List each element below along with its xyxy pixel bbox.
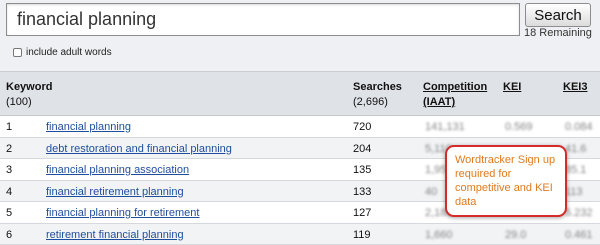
adult-words-label: include adult words (26, 47, 112, 58)
keyword-link[interactable]: retirement financial planning (46, 229, 184, 241)
table-row: 6 retirement financial planning 119 1,66… (0, 223, 600, 245)
row-number: 5 (6, 207, 13, 219)
kei-value: 0.569 (505, 121, 533, 133)
keyword-link[interactable]: financial planning (46, 121, 131, 133)
kei3-value: 113 (565, 185, 583, 198)
searches-remaining: 18 Remaining (524, 27, 592, 39)
kei3-value: 5.232 (565, 207, 593, 219)
header-competition[interactable]: Competition (IAAT) (423, 80, 487, 110)
table-header: Keyword (100) Searches (2,696) Competiti… (0, 71, 600, 116)
search-area: Search 18 Remaining include adult words (0, 0, 600, 70)
competition-value: 141,131 (425, 121, 465, 133)
header-kei3[interactable]: KEI3 (563, 80, 587, 95)
header-keyword: Keyword (100) (6, 80, 52, 110)
search-input[interactable] (6, 3, 520, 36)
adult-words-checkbox[interactable] (13, 48, 22, 57)
header-kei[interactable]: KEI (503, 80, 521, 95)
searches-value: 119 (353, 228, 371, 241)
header-competition-sub: (IAAT) (423, 96, 456, 108)
header-searches[interactable]: Searches (2,696) (353, 80, 402, 110)
searches-value: 720 (353, 121, 372, 133)
searches-value: 135 (353, 164, 372, 176)
kei3-value: 85.1 (565, 164, 587, 176)
keyword-link[interactable]: financial planning association (46, 164, 189, 176)
searches-value: 127 (353, 207, 372, 219)
competition-value: 1,660 (425, 228, 453, 241)
searches-value: 133 (353, 185, 372, 198)
header-competition-label: Competition (423, 81, 488, 93)
header-searches-label: Searches (353, 81, 402, 93)
row-number: 4 (6, 185, 13, 198)
row-number: 2 (6, 142, 13, 155)
kei3-value: 41.6 (565, 142, 587, 155)
kei3-value: 0.084 (565, 121, 593, 133)
kei3-value: 0.461 (565, 228, 593, 241)
header-keyword-count: (100) (6, 96, 32, 108)
competition-value: 40 (425, 185, 438, 198)
keyword-link[interactable]: financial retirement planning (46, 186, 184, 198)
adult-words-option[interactable]: include adult words (13, 47, 112, 58)
keyword-link[interactable]: financial planning for retirement (46, 207, 199, 219)
searches-value: 204 (353, 142, 372, 155)
search-button[interactable]: Search (525, 3, 591, 27)
kei-value: 29.0 (505, 228, 527, 241)
header-keyword-label: Keyword (6, 81, 53, 93)
table-row: 1 financial planning 720 141,131 0.569 0… (0, 116, 600, 138)
row-number: 1 (6, 121, 13, 133)
row-number: 3 (6, 164, 13, 176)
keyword-link[interactable]: debt restoration and financial planning (46, 143, 232, 155)
header-searches-total: (2,696) (353, 96, 388, 108)
signup-required-tooltip: Wordtracker Sign up required for competi… (445, 145, 567, 217)
row-number: 6 (6, 228, 13, 241)
